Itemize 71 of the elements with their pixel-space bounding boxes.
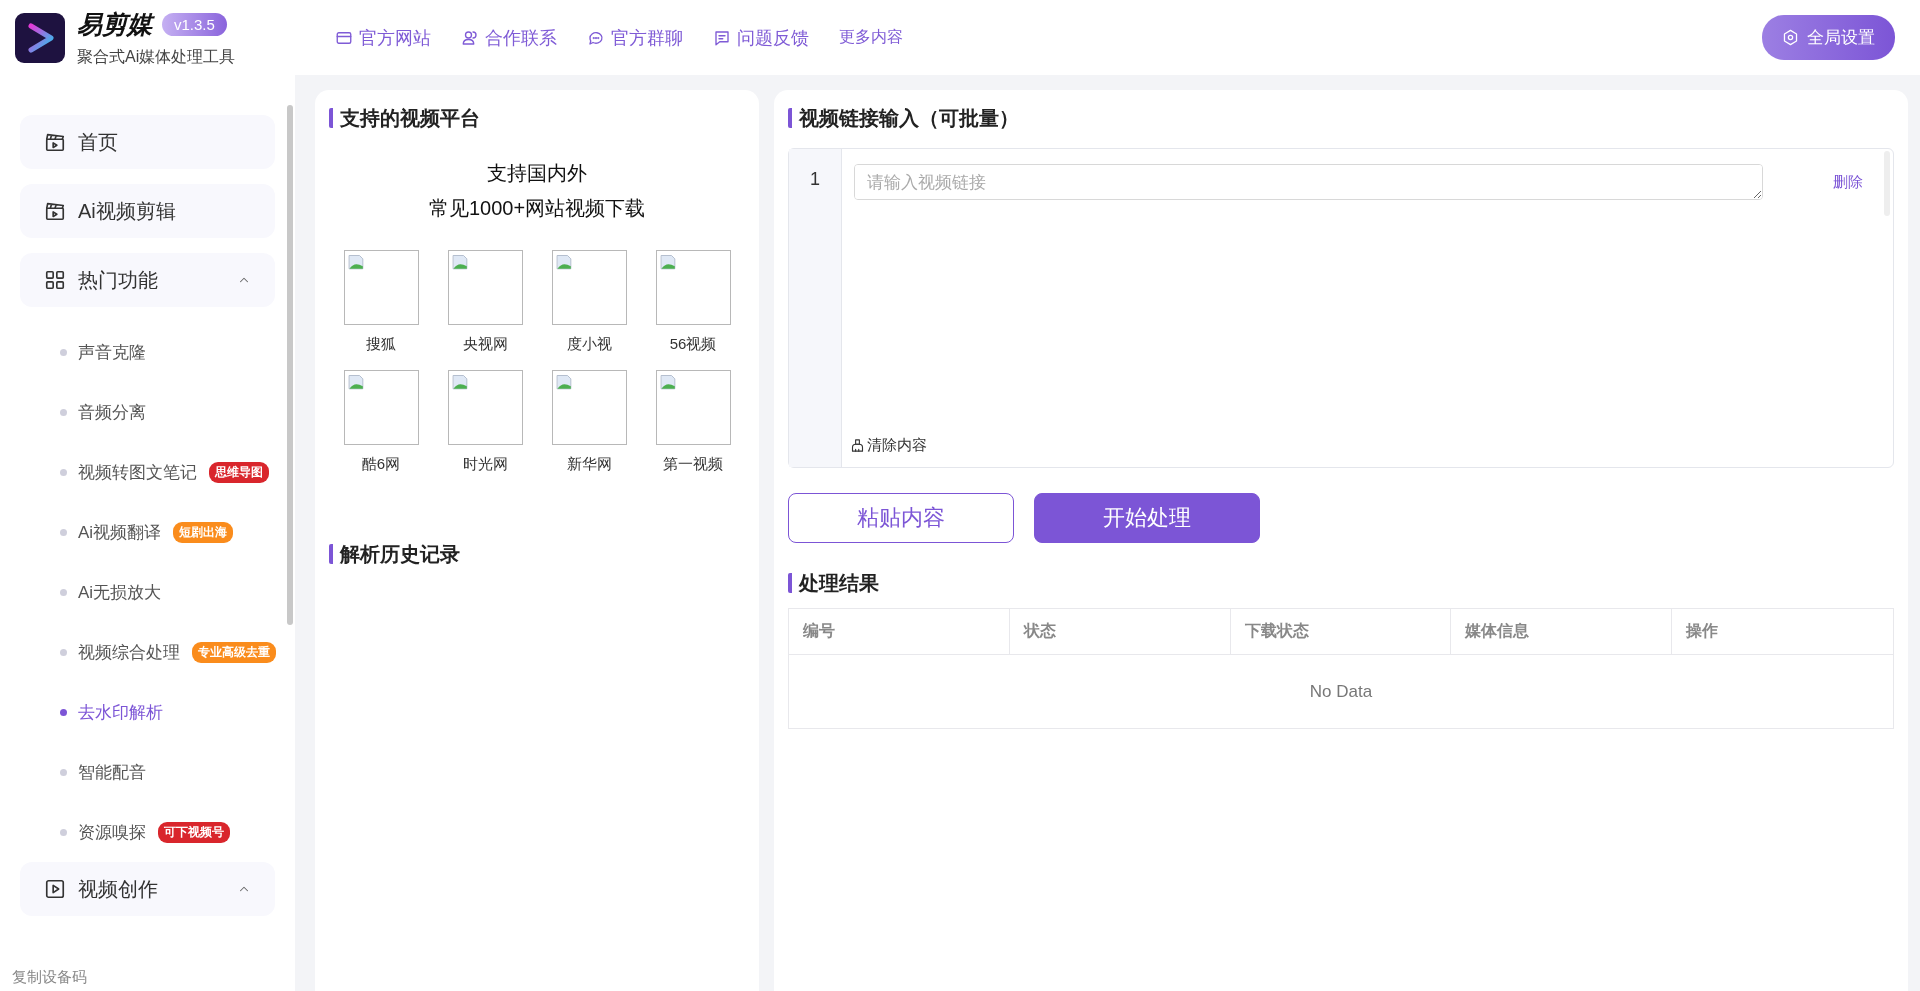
feature-badge: 专业高级去重 — [192, 641, 276, 663]
feature-badge: 短剧出海 — [173, 521, 234, 543]
column-header: 操作 — [1684, 621, 1720, 641]
nav-link[interactable]: 官方网站 — [335, 25, 431, 50]
bullet-icon — [60, 528, 67, 536]
sidebar-subitem[interactable]: 智能配音 — [20, 742, 287, 802]
delete-link[interactable]: 删除 — [1763, 172, 1863, 192]
platform-name: 新华网 — [566, 455, 612, 474]
settings-button[interactable]: 全局设置 — [1762, 15, 1895, 60]
broom-icon — [850, 438, 865, 453]
sidebar-subitem[interactable]: Ai视频翻译 短剧出海 — [20, 502, 287, 562]
bullet-icon — [60, 468, 67, 476]
column-header: 状态 — [1009, 609, 1231, 654]
input-field[interactable]: 请输入视频链接 — [854, 164, 1763, 200]
scrollbar[interactable] — [287, 105, 293, 625]
nav-link[interactable]: 问题反馈 — [713, 25, 809, 50]
sidebar-item[interactable]: Ai视频剪辑 — [20, 184, 275, 238]
start-button[interactable]: 开始处理 — [1034, 493, 1260, 543]
intro-text: 常见1000+网站视频下载 — [428, 196, 646, 221]
sidebar-subitem[interactable]: 资源嗅探 可下视频号 — [20, 802, 287, 862]
bullet-icon — [60, 768, 67, 776]
people-icon — [461, 28, 479, 47]
paste-button[interactable]: 粘贴内容 — [788, 493, 1014, 543]
feature-badge: 可下视频号 — [158, 821, 230, 843]
intro-text: 支持国内外 — [487, 161, 587, 186]
version-badge: v1.3.5 — [162, 12, 227, 36]
bullet-icon — [60, 648, 67, 656]
empty-text: No Data — [1309, 681, 1373, 702]
sidebar-subitem[interactable]: 去水印解析 — [20, 682, 287, 742]
sidebar-item[interactable]: 热门功能 — [20, 253, 275, 307]
sidebar-item[interactable]: 视频创作 — [20, 862, 275, 916]
clapperboard-icon — [44, 200, 66, 222]
grid-icon — [44, 269, 66, 291]
column-header: 下载状态 — [1230, 609, 1452, 654]
platform-name: 酷6网 — [361, 455, 401, 474]
column-header: 媒体信息 — [1451, 609, 1673, 654]
sidebar-subitem[interactable]: 视频综合处理 专业高级去重 — [20, 622, 287, 682]
sidebar-subitem[interactable]: 音频分离 — [20, 382, 287, 442]
clear-content-link[interactable]: 清除内容 — [850, 436, 1863, 455]
platform-name: 央视网 — [462, 335, 508, 354]
section-title: 视频链接输入（可批量） — [788, 108, 1894, 128]
settings-icon — [1782, 29, 1799, 46]
clapperboard-icon — [44, 131, 66, 153]
section-title: 处理结果 — [788, 573, 1894, 593]
bullet-icon — [60, 828, 67, 836]
sidebar-subitem[interactable]: Ai无损放大 — [20, 562, 287, 622]
message-icon — [713, 28, 731, 47]
sidebar-item[interactable]: 首页 — [20, 115, 275, 169]
feature-badge: 思维导图 — [209, 461, 269, 483]
bullet-icon — [60, 348, 67, 356]
platform-name: 搜狐 — [366, 335, 396, 354]
platform-name: 第一视频 — [663, 455, 723, 474]
bullet-icon — [60, 408, 67, 416]
platform-name: 时光网 — [462, 455, 508, 474]
sidebar-subitem[interactable]: 声音克隆 — [20, 322, 287, 382]
column-header: 编号 — [789, 609, 1010, 654]
bullet-icon — [60, 588, 67, 596]
platform-name: 56视频 — [669, 335, 717, 354]
nav-link[interactable]: 合作联系 — [461, 25, 557, 50]
sidebar-subitem[interactable]: 视频转图文笔记 思维导图 — [20, 442, 287, 502]
device-code-link[interactable]: 复制设备码 — [0, 966, 295, 991]
section-title: 解析历史记录 — [329, 544, 745, 564]
app-subtitle: 聚合式Ai媒体处理工具 — [77, 46, 236, 67]
line-number: 1 — [810, 169, 820, 190]
app-logo — [15, 12, 65, 63]
nav-link[interactable]: 官方群聊 — [587, 25, 683, 50]
section-title: 支持的视频平台 — [329, 108, 745, 128]
nav-link[interactable]: 更多内容 — [839, 27, 903, 48]
platform-name: 度小视 — [566, 335, 612, 354]
bullet-icon — [60, 708, 67, 716]
play-square-icon — [44, 878, 66, 900]
